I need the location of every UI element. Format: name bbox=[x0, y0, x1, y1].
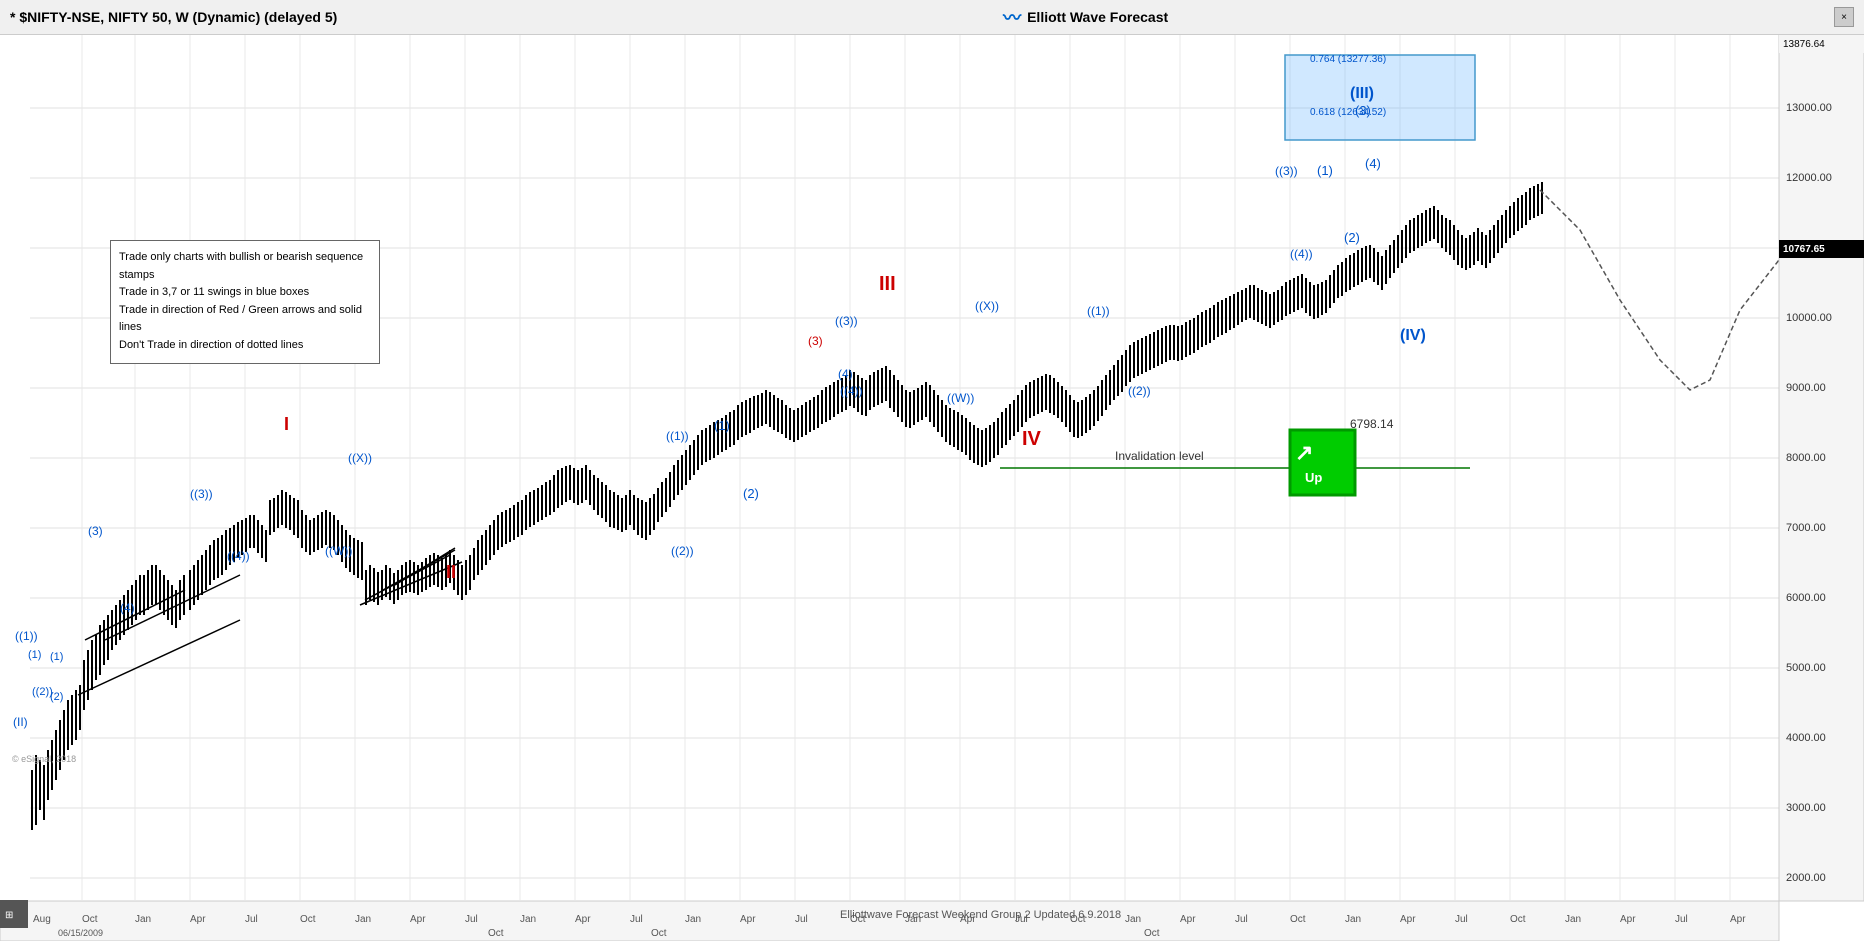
target-box bbox=[1285, 55, 1475, 140]
wave-label-22: ((2)) bbox=[1128, 384, 1151, 398]
time-jan10: Jan bbox=[135, 914, 151, 925]
esignal-credit: © eSignal, 2018 bbox=[12, 754, 76, 764]
price-4000: 4000.00 bbox=[1786, 732, 1826, 744]
wave-label-11: ((1)) bbox=[1087, 304, 1110, 318]
target-764-label: 0.764 (13277.36) bbox=[1310, 54, 1386, 65]
wave-label-33a: ((3)) bbox=[835, 314, 858, 328]
wave-label-44a: ((4)) bbox=[840, 384, 863, 398]
wave-label-33small: ((3)) bbox=[190, 487, 213, 501]
wave-label-2blue: (2) bbox=[743, 486, 759, 501]
time-jul12: Jul bbox=[630, 914, 643, 925]
wave-label-3red: (3) bbox=[808, 334, 823, 348]
time-apr17: Apr bbox=[1620, 914, 1636, 925]
wave-label-4small: (4) bbox=[120, 601, 135, 615]
time-oct11a: Oct bbox=[488, 928, 504, 939]
wave-label-1blue: (1) bbox=[714, 418, 730, 433]
wave-label-3c: (3) bbox=[1355, 103, 1371, 118]
time-apr13: Apr bbox=[740, 914, 756, 925]
time-oct15a: Oct bbox=[1144, 928, 1160, 939]
wave-label-I: I bbox=[284, 414, 289, 434]
price-3000: 3000.00 bbox=[1786, 802, 1826, 814]
wave-label-X1: ((X)) bbox=[348, 451, 372, 465]
wave-label-W1: ((W)) bbox=[325, 544, 352, 558]
time-apr10: Apr bbox=[190, 914, 206, 925]
price-6000: 6000.00 bbox=[1786, 592, 1826, 604]
time-oct16: Oct bbox=[1510, 914, 1526, 925]
price-9000: 9000.00 bbox=[1786, 382, 1826, 394]
time-oct09: Oct bbox=[82, 914, 98, 925]
time-jul11: Jul bbox=[465, 914, 478, 925]
time-jan13: Jan bbox=[685, 914, 701, 925]
wave-label-II: II bbox=[446, 562, 456, 582]
wave-label-1b-small: (1) bbox=[50, 651, 63, 663]
time-oct10: Oct bbox=[300, 914, 316, 925]
time-aug09: Aug bbox=[33, 914, 51, 925]
wave-label-4c: (4) bbox=[1365, 156, 1381, 171]
time-jan16: Jan bbox=[1345, 914, 1361, 925]
time-apr15: Apr bbox=[1180, 914, 1196, 925]
time-jan17: Jan bbox=[1565, 914, 1581, 925]
corner-button-label: ⊞ bbox=[5, 910, 13, 921]
time-jan11: Jan bbox=[355, 914, 371, 925]
wave-label-W2: ((W)) bbox=[947, 391, 974, 405]
time-apr18: Apr bbox=[1730, 914, 1746, 925]
time-jan12: Jan bbox=[520, 914, 536, 925]
time-apr11: Apr bbox=[410, 914, 426, 925]
time-jul10: Jul bbox=[245, 914, 258, 925]
wave-label-44small: ((4)) bbox=[227, 549, 250, 563]
top-price-label: 13876.64 bbox=[1783, 39, 1825, 50]
time-jul15: Jul bbox=[1235, 914, 1248, 925]
time-jul16: Jul bbox=[1455, 914, 1468, 925]
up-badge-label: Up bbox=[1305, 470, 1322, 485]
wave-label-paren-III: (III) bbox=[1350, 85, 1374, 102]
time-jul13: Jul bbox=[795, 914, 808, 925]
wave-label-II-small: (II) bbox=[13, 715, 28, 729]
wave-label-4red: (4) bbox=[838, 367, 853, 381]
info-line2: Trade in 3,7 or 11 swings in blue boxes bbox=[119, 284, 371, 302]
time-jul17: Jul bbox=[1675, 914, 1688, 925]
wave-label-paren-IV: (IV) bbox=[1400, 327, 1426, 344]
wave-label-2b-small: (2) bbox=[50, 691, 63, 703]
wave-label-11b: ((1)) bbox=[666, 429, 689, 443]
price-2000: 2000.00 bbox=[1786, 872, 1826, 884]
time-jan15: Jan bbox=[1125, 914, 1141, 925]
chart-container: * $NIFTY-NSE, NIFTY 50, W (Dynamic) (del… bbox=[0, 0, 1864, 941]
time-oct15: Oct bbox=[1290, 914, 1306, 925]
current-price-label: 10767.65 bbox=[1783, 244, 1825, 255]
wave-label-1c: (1) bbox=[1317, 163, 1333, 178]
time-date-start: 06/15/2009 bbox=[58, 928, 103, 938]
time-apr12: Apr bbox=[575, 914, 591, 925]
price-7000: 7000.00 bbox=[1786, 522, 1826, 534]
wave-label-3small: (3) bbox=[88, 524, 103, 538]
wave-label-2c: (2) bbox=[1344, 230, 1360, 245]
info-line3: Trade in direction of Red / Green arrows… bbox=[119, 302, 371, 337]
wave-label-44c: ((4)) bbox=[1290, 247, 1313, 261]
price-5000: 5000.00 bbox=[1786, 662, 1826, 674]
time-apr16: Apr bbox=[1400, 914, 1416, 925]
wave-label-11-small: ((1)) bbox=[15, 629, 38, 643]
info-box: Trade only charts with bullish or bearis… bbox=[110, 240, 380, 364]
invalidation-value: 6798.14 bbox=[1350, 417, 1394, 431]
wave-label-X2: ((X)) bbox=[975, 299, 999, 313]
price-8000: 8000.00 bbox=[1786, 452, 1826, 464]
info-line4: Don't Trade in direction of dotted lines bbox=[119, 337, 371, 355]
wave-label-III: III bbox=[879, 273, 896, 295]
target-618-label: 0.618 (12634.52) bbox=[1310, 107, 1386, 118]
wave-label-1-small: (1) bbox=[28, 649, 41, 661]
up-badge-arrow: ↗ bbox=[1295, 440, 1313, 465]
wave-label-33c: ((3)) bbox=[1275, 164, 1298, 178]
time-oct12a: Oct bbox=[651, 928, 667, 939]
footer-text: Elliottwave Forecast Weekend Group 2 Upd… bbox=[840, 909, 1121, 921]
info-line1: Trade only charts with bullish or bearis… bbox=[119, 249, 371, 284]
price-13000: 13000.00 bbox=[1786, 102, 1832, 114]
invalidation-text: Invalidation level bbox=[1115, 449, 1204, 463]
price-10000: 10000.00 bbox=[1786, 312, 1832, 324]
price-12000: 12000.00 bbox=[1786, 172, 1832, 184]
wave-label-IV: IV bbox=[1022, 428, 1042, 450]
chart-svg: 13000.00 12000.00 11000.00 10000.00 9000… bbox=[0, 0, 1864, 941]
wave-label-22b: ((2)) bbox=[671, 544, 694, 558]
